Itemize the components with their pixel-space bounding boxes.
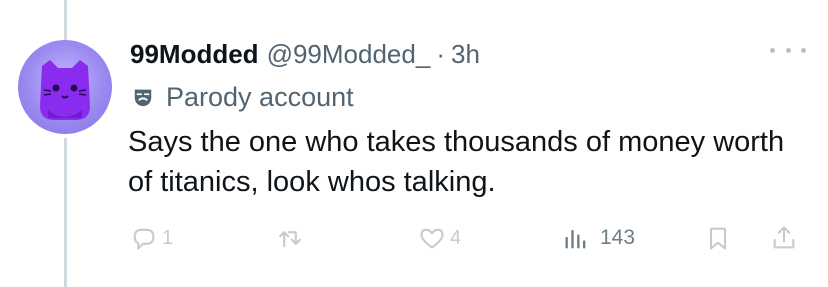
views-button[interactable]: 143: [562, 220, 635, 256]
bookmark-button[interactable]: [704, 220, 732, 256]
timestamp[interactable]: 3h: [451, 39, 480, 70]
more-dot: [770, 47, 775, 53]
share-icon: [773, 226, 795, 249]
tweet-header: 99Modded @99Modded_ · 3h: [130, 36, 480, 72]
reply-icon: [133, 228, 155, 250]
tweet-text: Says the one who takes thousands of mone…: [128, 126, 785, 198]
separator-dot: ·: [436, 38, 445, 69]
views-chart-icon: [565, 229, 586, 249]
parody-label-text: Parody account: [166, 81, 354, 112]
theater-mask-icon: [134, 89, 152, 107]
share-button[interactable]: [770, 220, 798, 256]
thread-connector-top: [64, 0, 67, 40]
reply-button[interactable]: 1: [130, 220, 173, 256]
heart-icon: [420, 228, 444, 249]
more-dot: [785, 47, 791, 53]
user-handle[interactable]: @99Modded_: [267, 39, 431, 70]
tweet-actions: 1 4 143: [0, 220, 828, 256]
avatar[interactable]: [18, 40, 112, 134]
retweet-icon: [279, 231, 301, 248]
purple-cat-avatar-icon: [40, 60, 90, 120]
display-name[interactable]: 99Modded: [130, 39, 259, 70]
like-button[interactable]: 4: [418, 220, 461, 256]
thread-connector-bottom: [64, 138, 67, 287]
more-options-button[interactable]: [770, 40, 806, 60]
bookmark-icon: [709, 227, 727, 250]
like-count: 4: [450, 226, 462, 249]
retweet-button[interactable]: [276, 220, 304, 256]
view-count: 143: [600, 226, 636, 249]
reply-count: 1: [162, 226, 174, 249]
more-dot: [801, 47, 806, 53]
parody-label: Parody account: [132, 80, 354, 114]
